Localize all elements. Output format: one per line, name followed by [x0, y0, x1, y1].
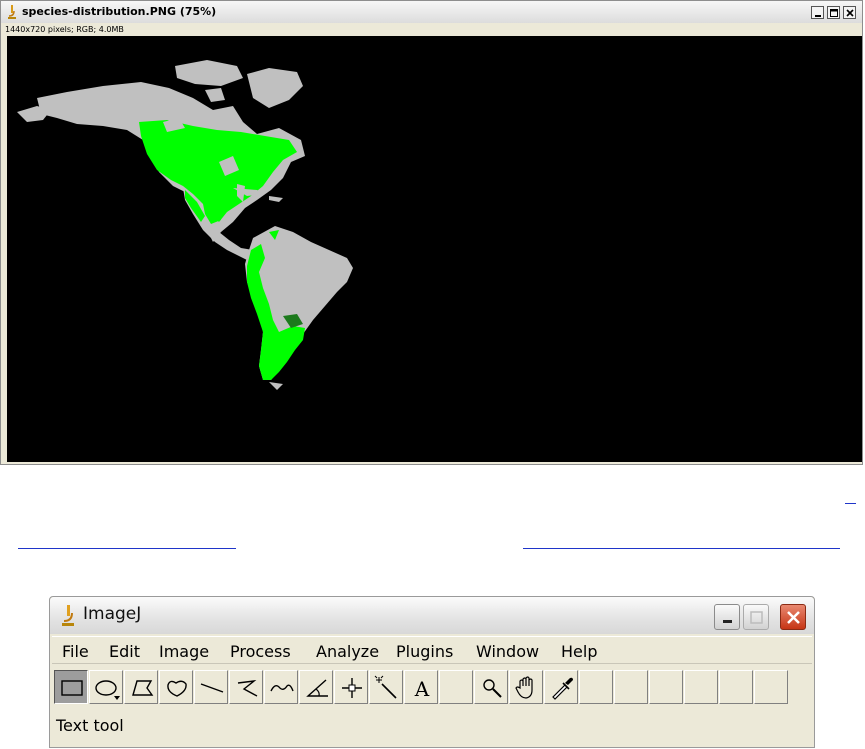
image-info: 1440x720 pixels; RGB; 4.0MB	[5, 25, 124, 34]
eyedropper-icon	[552, 677, 573, 700]
imagej-menubar: File Edit Image Process Analyze Plugins …	[52, 636, 812, 664]
menu-window[interactable]: Window	[476, 642, 539, 661]
species-distribution-map	[7, 36, 862, 462]
angle-tool[interactable]	[299, 670, 333, 704]
rectangle-tool[interactable]	[54, 670, 88, 704]
maximize-button[interactable]	[827, 6, 840, 19]
empty-tool-slot	[439, 670, 473, 704]
page-link-underline[interactable]	[523, 548, 840, 549]
freehand-line-tool[interactable]	[264, 670, 298, 704]
magnifying-glass-tool[interactable]	[474, 670, 508, 704]
rectangle-icon	[61, 680, 83, 696]
image-window-title: species-distribution.PNG (75%)	[22, 5, 217, 18]
image-canvas[interactable]	[7, 36, 862, 462]
image-window: species-distribution.PNG (75%) 1440x720 …	[0, 0, 863, 465]
crosshair-icon	[342, 678, 362, 698]
imagej-minimize-button[interactable]	[714, 604, 740, 630]
color-picker-tool[interactable]	[544, 670, 578, 704]
freehand-icon	[167, 680, 187, 697]
status-text: Text tool	[56, 716, 124, 735]
microscope-icon	[59, 603, 77, 631]
oval-icon	[95, 680, 120, 700]
segmented-line-tool[interactable]	[229, 670, 263, 704]
menu-process[interactable]: Process	[230, 642, 291, 661]
imagej-title: ImageJ	[83, 604, 142, 624]
page-link-underline[interactable]	[845, 503, 856, 504]
menu-plugins[interactable]: Plugins	[396, 642, 453, 661]
point-tool[interactable]	[334, 670, 368, 704]
close-button[interactable]	[843, 6, 856, 19]
microscope-icon	[6, 4, 18, 20]
menu-image[interactable]: Image	[159, 642, 209, 661]
menu-analyze[interactable]: Analyze	[316, 642, 379, 661]
segmented-line-icon	[237, 679, 258, 697]
maximize-icon	[750, 611, 763, 624]
oval-tool[interactable]	[89, 670, 123, 704]
text-tool[interactable]: A	[404, 670, 438, 704]
empty-tool-slot	[579, 670, 613, 704]
freehand-line-icon	[270, 684, 294, 692]
hand-icon	[515, 676, 533, 699]
image-window-titlebar[interactable]: species-distribution.PNG (75%)	[1, 1, 862, 23]
minimize-icon	[723, 620, 732, 623]
imagej-maximize-button[interactable]	[743, 604, 769, 630]
menu-help[interactable]: Help	[561, 642, 597, 661]
letter-a-icon: A	[414, 677, 430, 701]
minimize-button[interactable]	[811, 6, 824, 19]
angle-icon	[306, 679, 328, 697]
straight-line-tool[interactable]	[194, 670, 228, 704]
imagej-toolbar: A	[54, 670, 814, 706]
close-icon	[846, 9, 854, 17]
page-link-underline[interactable]	[18, 548, 236, 549]
minimize-icon	[815, 15, 821, 17]
imagej-window: ImageJ File Edit Image Process Analyze P…	[49, 596, 815, 748]
wand-icon	[374, 675, 397, 699]
imagej-titlebar[interactable]: ImageJ	[50, 597, 814, 634]
line-icon	[200, 683, 224, 693]
close-icon	[787, 611, 800, 624]
menu-edit[interactable]: Edit	[109, 642, 140, 661]
magnifier-icon	[483, 679, 502, 698]
svg-text:A: A	[414, 677, 430, 701]
scrolling-tool[interactable]	[509, 670, 543, 704]
wand-tool[interactable]	[369, 670, 403, 704]
empty-tool-slot	[684, 670, 718, 704]
empty-tool-slot	[719, 670, 753, 704]
empty-tool-slot	[649, 670, 683, 704]
imagej-close-button[interactable]	[780, 604, 806, 630]
empty-tool-slot	[614, 670, 648, 704]
freehand-tool[interactable]	[159, 670, 193, 704]
polygon-icon	[132, 680, 154, 696]
menu-file[interactable]: File	[62, 642, 89, 661]
polygon-tool[interactable]	[124, 670, 158, 704]
empty-tool-slot	[754, 670, 788, 704]
maximize-icon	[830, 9, 838, 17]
